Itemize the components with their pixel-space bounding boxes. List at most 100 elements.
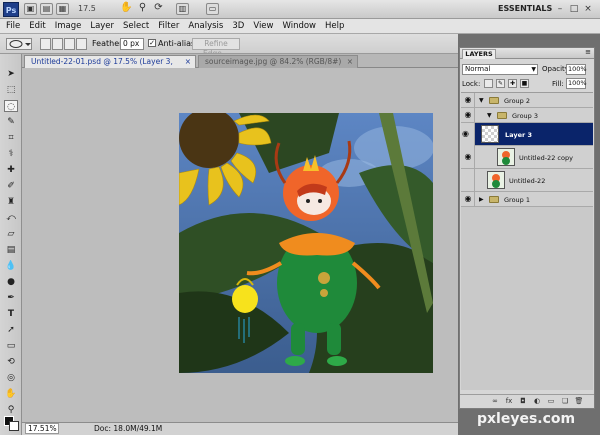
menu-file[interactable]: File — [6, 21, 20, 31]
shape-tool-icon[interactable]: ▭ — [4, 340, 18, 352]
new-group-icon[interactable]: ▭ — [546, 397, 556, 406]
eye-icon[interactable]: ◉ — [462, 110, 474, 119]
opacity-input[interactable]: 100% — [566, 64, 587, 75]
quick-selection-tool-icon[interactable]: ✎ — [4, 116, 18, 128]
eye-icon[interactable]: ◉ — [462, 194, 474, 203]
menu-view[interactable]: View — [253, 21, 273, 31]
brush-tool-icon[interactable]: ✐ — [4, 180, 18, 192]
eye-icon[interactable]: ◉ — [462, 95, 474, 104]
fill-input[interactable]: 100% — [566, 78, 587, 89]
marquee-tool-icon[interactable]: ⬚ — [4, 84, 18, 96]
status-bar: 17.51% Doc: 18.0M/49.1M — [22, 422, 458, 435]
application-bar: Ps ▣ ▤ ▦ 17.5 ✋ ⚲ ⟳ ▥ ▭ ESSENTIALS – □ × — [0, 0, 600, 19]
panel-menu-icon[interactable]: ≡ — [585, 48, 591, 56]
expand-arrow-icon[interactable]: ▶ — [479, 196, 484, 203]
menu-window[interactable]: Window — [282, 21, 316, 31]
pen-tool-icon[interactable]: ✒ — [4, 292, 18, 304]
delete-layer-icon[interactable]: 🗑 — [574, 397, 584, 406]
type-tool-icon[interactable]: T — [4, 308, 18, 320]
add-to-selection-icon[interactable] — [52, 38, 63, 50]
eraser-tool-icon[interactable]: ▱ — [4, 228, 18, 240]
layer-thumbnail — [487, 171, 505, 189]
3d-orbit-tool-icon[interactable]: ◎ — [4, 372, 18, 384]
screen-mode-icon[interactable]: ▭ — [206, 3, 219, 15]
layer-name: Layer 3 — [505, 131, 532, 139]
lasso-tool-preset-icon[interactable] — [6, 38, 32, 50]
antialias-checkbox[interactable]: ✓ — [148, 39, 156, 47]
zoom-tool-icon[interactable]: ⚲ — [136, 3, 149, 15]
hand-tool-icon[interactable]: ✋ — [120, 3, 133, 15]
expand-arrow-icon[interactable]: ▼ — [487, 112, 492, 119]
workspace-switcher[interactable]: ESSENTIALS — [498, 4, 552, 13]
blur-tool-icon[interactable]: 💧 — [4, 260, 18, 272]
photoshop-logo: Ps — [3, 2, 19, 17]
path-selection-tool-icon[interactable]: ➚ — [4, 324, 18, 336]
lock-position-icon[interactable]: ✚ — [508, 79, 517, 88]
menu-layer[interactable]: Layer — [90, 21, 114, 31]
menu-image[interactable]: Image — [55, 21, 82, 31]
expand-arrow-icon[interactable]: ▼ — [479, 97, 484, 104]
adjustment-layer-icon[interactable]: ◐ — [532, 397, 542, 406]
new-layer-icon[interactable]: ❏ — [560, 397, 570, 406]
tab-close-icon[interactable]: × — [347, 56, 353, 68]
eye-icon[interactable]: ◉ — [462, 152, 474, 161]
layer-row-layer-3[interactable]: Layer 3 — [475, 123, 593, 146]
canvas-workspace[interactable] — [22, 68, 458, 422]
healing-brush-tool-icon[interactable]: ✚ — [4, 164, 18, 176]
3d-rotate-tool-icon[interactable]: ⟲ — [4, 356, 18, 368]
maximize-button[interactable]: □ — [568, 3, 580, 15]
menu-edit[interactable]: Edit — [29, 21, 45, 31]
zoom-level-readout[interactable]: 17.5 — [78, 4, 96, 13]
eyedropper-tool-icon[interactable]: ⚕ — [4, 148, 18, 160]
lasso-tool-icon[interactable]: ◌ — [4, 100, 18, 112]
document-size-info[interactable]: Doc: 18.0M/49.1M — [94, 423, 162, 435]
layer-mask-icon[interactable]: ◘ — [518, 397, 528, 406]
layer-row-group-2[interactable]: ◉ ▼ Group 2 — [461, 93, 593, 108]
lock-pixels-icon[interactable]: ✎ — [496, 79, 505, 88]
menu-select[interactable]: Select — [123, 21, 149, 31]
view-extras-icon[interactable]: ▦ — [56, 3, 69, 15]
intersect-selection-icon[interactable] — [76, 38, 87, 50]
layer-row-untitled-22[interactable]: Untitled-22 — [461, 169, 593, 192]
gradient-tool-icon[interactable]: ▤ — [4, 244, 18, 256]
dodge-tool-icon[interactable]: ● — [4, 276, 18, 288]
clone-stamp-tool-icon[interactable]: ♜ — [4, 196, 18, 208]
menu-analysis[interactable]: Analysis — [188, 21, 223, 31]
layer-row-group-1[interactable]: ◉ ▶ Group 1 — [461, 192, 593, 207]
tab-close-icon[interactable]: × — [185, 56, 191, 68]
mini-bridge-icon[interactable]: ▤ — [40, 3, 53, 15]
eye-icon[interactable]: ◉ — [462, 129, 469, 138]
menu-filter[interactable]: Filter — [158, 21, 179, 31]
bridge-icon[interactable]: ▣ — [24, 3, 37, 15]
document-tab-sourceimage[interactable]: sourceimage.jpg @ 84.2% (RGB/8#) × — [198, 55, 358, 68]
link-layers-icon[interactable]: ∞ — [490, 397, 500, 406]
feather-input[interactable]: 0 px — [120, 38, 144, 50]
hand-tool-icon[interactable]: ✋ — [4, 388, 18, 400]
layer-row-group-3[interactable]: ◉ ▼ Group 3 — [461, 108, 593, 123]
document-tab-untitled-22-01[interactable]: Untitled-22-01.psd @ 17.5% (Layer 3, RGB… — [24, 55, 196, 78]
minimize-button[interactable]: – — [554, 3, 566, 15]
blend-mode-select[interactable]: Normal ▼ — [462, 64, 538, 75]
status-zoom-field[interactable]: 17.51% — [25, 423, 59, 434]
arrange-documents-icon[interactable]: ▥ — [176, 3, 189, 15]
lock-transparency-icon[interactable] — [484, 79, 493, 88]
menu-3d[interactable]: 3D — [232, 21, 244, 31]
antialias-label: Anti-alias — [158, 39, 196, 48]
layers-tab[interactable]: LAYERS — [462, 49, 496, 59]
lock-all-icon[interactable]: ■ — [520, 79, 529, 88]
subtract-from-selection-icon[interactable] — [64, 38, 75, 50]
menu-help[interactable]: Help — [325, 21, 344, 31]
new-selection-icon[interactable] — [40, 38, 51, 50]
refine-edge-button[interactable]: Refine Edge... — [192, 38, 240, 58]
history-brush-tool-icon[interactable]: ⤺ — [4, 212, 18, 224]
document-tab-bar: Untitled-22-01.psd @ 17.5% (Layer 3, RGB… — [22, 54, 458, 78]
move-tool-icon[interactable]: ➤ — [4, 68, 18, 80]
crop-tool-icon[interactable]: ⌗ — [4, 132, 18, 144]
layer-style-icon[interactable]: fx — [504, 397, 514, 406]
zoom-tool-icon[interactable]: ⚲ — [4, 404, 18, 416]
layer-row-untitled-22-copy[interactable]: ◉ Untitled-22 copy — [461, 146, 593, 169]
document-canvas[interactable] — [179, 113, 433, 373]
background-color-swatch[interactable] — [9, 421, 19, 431]
rotate-view-icon[interactable]: ⟳ — [152, 3, 165, 15]
close-button[interactable]: × — [582, 3, 594, 15]
